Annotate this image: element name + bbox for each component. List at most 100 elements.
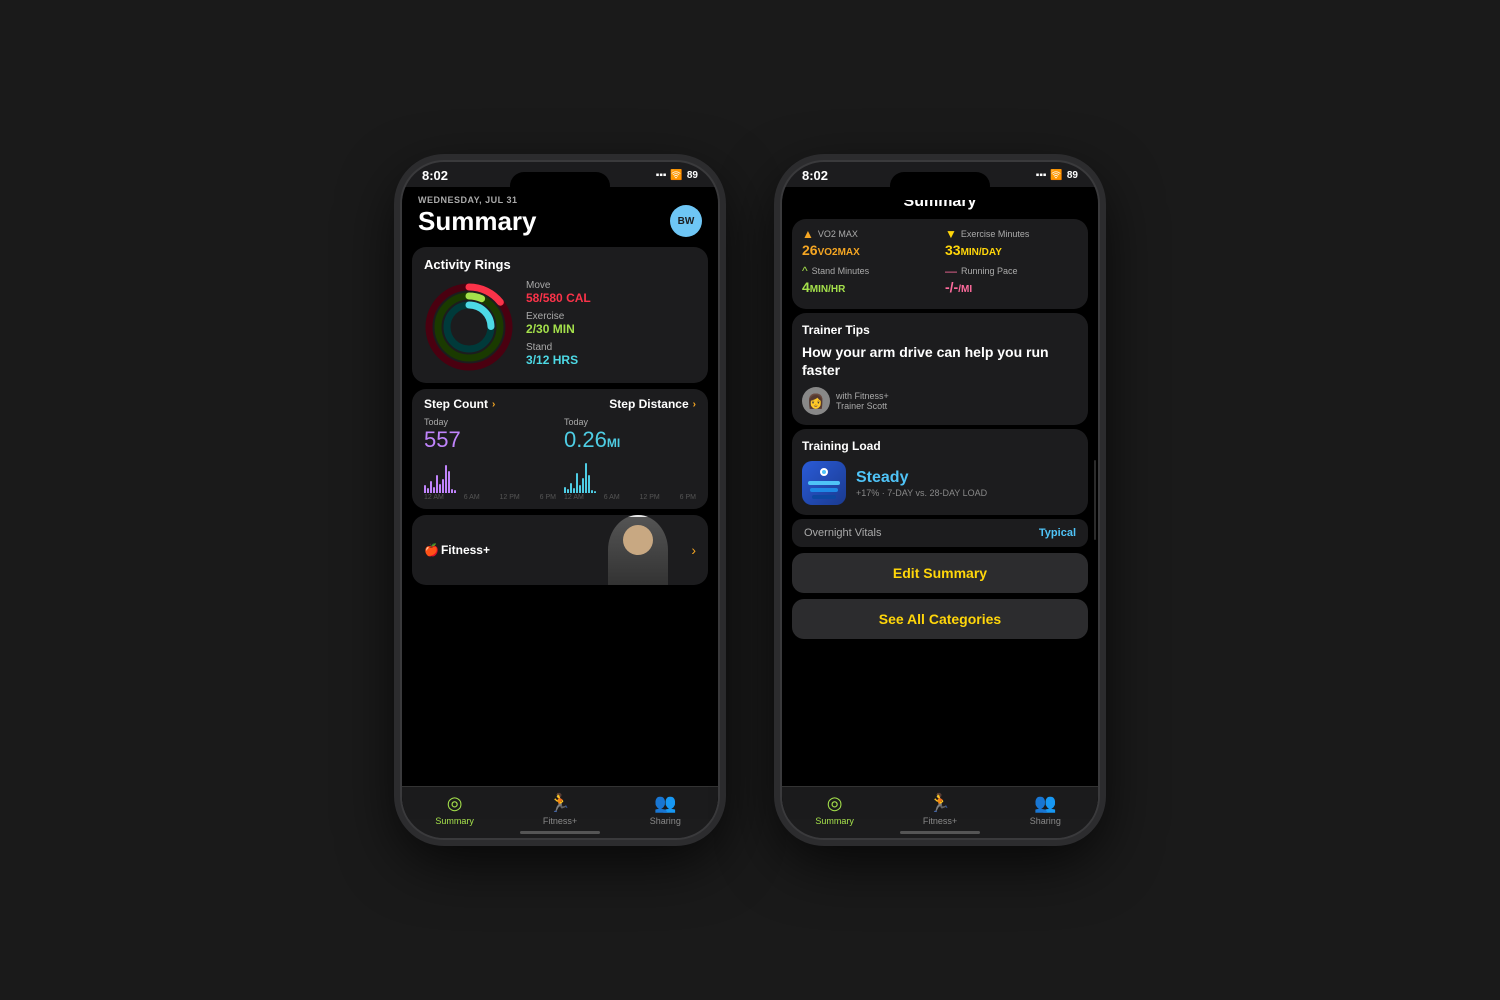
training-bar-top — [808, 481, 840, 485]
step-count-chart — [424, 457, 556, 493]
running-pace-label: Running Pace — [961, 266, 1018, 276]
activity-content: Move 58/580 CAL Exercise 2/30 MIN — [424, 280, 696, 373]
exercise-stat: Exercise 2/30 MIN — [526, 311, 696, 336]
home-indicator-2 — [900, 831, 980, 834]
time-2: 8:02 — [802, 168, 828, 183]
training-bar-bot — [812, 495, 836, 499]
step-section[interactable]: Step Count › Step Distance › Today 557 — [412, 389, 708, 509]
metrics-row-2: ^ Stand Minutes 4MIN/HR — Running Pace -… — [802, 264, 1078, 295]
move-stat: Move 58/580 CAL — [526, 280, 696, 305]
fitness-tab-icon: 🏃 — [549, 793, 571, 814]
stand-stat: Stand 3/12 HRS — [526, 342, 696, 367]
status-icons-1: ▪▪▪ 🛜 89 — [656, 170, 698, 181]
scroll-indicator — [1094, 460, 1096, 540]
status-icons-2: ▪▪▪ 🛜 89 — [1036, 170, 1078, 181]
trainer-tips-title: Trainer Tips — [802, 323, 1078, 337]
training-status: Steady — [856, 469, 1078, 487]
time-1: 8:02 — [422, 168, 448, 183]
see-all-categories-button[interactable]: See All Categories — [792, 599, 1088, 639]
step-distance-label: Step Distance — [609, 397, 688, 411]
phone-2: 8:02 ▪▪▪ 🛜 89 Summary ▲ VO2 MAX 26VO2MAX — [780, 160, 1100, 840]
trainer-name: with Fitness+Trainer Scott — [836, 391, 889, 411]
avatar-1[interactable]: BW — [670, 205, 702, 237]
running-pace-icon: — — [945, 264, 957, 278]
step-header: Step Count › Step Distance › — [424, 397, 696, 411]
person-hair — [621, 515, 655, 517]
dist-chart-labels: 12 AM 6 AM 12 PM 6 PM — [564, 494, 696, 501]
training-content: Steady +17% · 7-DAY vs. 28-DAY LOAD — [802, 461, 1078, 505]
sharing-tab-icon-2: 👥 — [1034, 793, 1056, 814]
exercise-minutes-metric[interactable]: ▼ Exercise Minutes 33MIN/DAY — [945, 227, 1078, 258]
stand-minutes-value: 4MIN/HR — [802, 279, 935, 295]
summary-tab-icon: ◎ — [447, 793, 463, 814]
activity-rings — [424, 282, 514, 372]
home-indicator-1 — [520, 831, 600, 834]
vitals-value: Typical — [1039, 527, 1076, 539]
step-distance-chart — [564, 457, 696, 493]
trainer-person-row: 👩 with Fitness+Trainer Scott — [802, 387, 1078, 415]
tab-bar-2: ◎ Summary 🏃 Fitness+ 👥 Sharing — [782, 786, 1098, 838]
exercise-minutes-icon: ▼ — [945, 227, 957, 241]
step-count-value: 557 — [424, 427, 556, 453]
tab-sharing-2[interactable]: 👥 Sharing — [993, 793, 1098, 826]
signal-icon: ▪▪▪ — [656, 170, 667, 181]
dynamic-island-1 — [510, 172, 610, 200]
move-value: 58/580 CAL — [526, 291, 591, 305]
training-dot — [820, 468, 828, 476]
wifi-icon-2: 🛜 — [1050, 170, 1062, 181]
dynamic-island-2 — [890, 172, 990, 200]
trainer-tip-text: How your arm drive can help you run fast… — [802, 343, 1078, 379]
training-icon — [802, 461, 846, 505]
step-cols: Today 557 — [424, 417, 696, 501]
activity-section[interactable]: Activity Rings — [412, 247, 708, 383]
tab-fitness-1[interactable]: 🏃 Fitness+ — [507, 793, 612, 826]
tab-summary-1[interactable]: ◎ Summary — [402, 793, 507, 826]
fitness-logo: 🍎Fitness+ — [424, 543, 490, 557]
screen-1: WEDNESDAY, JUL 31 Summary BW Activity Ri… — [402, 187, 718, 819]
battery-icon-2: 89 — [1067, 170, 1078, 181]
metrics-row-1: ▲ VO2 MAX 26VO2MAX ▼ Exercise Minutes 33… — [802, 227, 1078, 258]
sharing-tab-icon: 👥 — [654, 793, 676, 814]
vo2max-icon: ▲ — [802, 227, 814, 241]
fitness-chevron-icon: › — [691, 542, 696, 558]
action-buttons: Edit Summary See All Categories — [792, 553, 1088, 639]
step-count-label: Step Count — [424, 397, 488, 411]
exercise-minutes-value: 33MIN/DAY — [945, 242, 1078, 258]
apple-icon: 🍎 — [424, 543, 439, 557]
stand-minutes-icon: ^ — [802, 264, 808, 278]
stand-minutes-metric[interactable]: ^ Stand Minutes 4MIN/HR — [802, 264, 935, 295]
vitals-label: Overnight Vitals — [804, 527, 881, 539]
tab-fitness-2[interactable]: 🏃 Fitness+ — [887, 793, 992, 826]
tab-bar-1: ◎ Summary 🏃 Fitness+ 👥 Sharing — [402, 786, 718, 838]
training-section[interactable]: Training Load Steady +17% · 7-DAY vs. 28… — [792, 429, 1088, 515]
title-row: Summary BW — [418, 205, 702, 237]
trainer-section[interactable]: Trainer Tips How your arm drive can help… — [792, 313, 1088, 425]
stand-value: 3/12 HRS — [526, 353, 578, 367]
step-distance-chevron: › — [693, 399, 696, 410]
step-distance-value: 0.26MI — [564, 427, 696, 453]
step-count-col: Today 557 — [424, 417, 556, 501]
fitness-section[interactable]: 🍎Fitness+ › — [412, 515, 708, 585]
tab-summary-2[interactable]: ◎ Summary — [782, 793, 887, 826]
running-pace-metric[interactable]: — Running Pace -/-/MI — [945, 264, 1078, 295]
fitness-tab-icon-2: 🏃 — [929, 793, 951, 814]
activity-title: Activity Rings — [424, 257, 696, 272]
overnight-vitals[interactable]: Overnight Vitals Typical — [792, 519, 1088, 547]
running-pace-value: -/-/MI — [945, 279, 1078, 295]
phone-1: 8:02 ▪▪▪ 🛜 89 WEDNESDAY, JUL 31 Summary … — [400, 160, 720, 840]
edit-summary-button[interactable]: Edit Summary — [792, 553, 1088, 593]
page-title-1: Summary — [418, 206, 537, 237]
tab-sharing-1[interactable]: 👥 Sharing — [613, 793, 718, 826]
signal-icon-2: ▪▪▪ — [1036, 170, 1047, 181]
metrics-section: ▲ VO2 MAX 26VO2MAX ▼ Exercise Minutes 33… — [792, 219, 1088, 309]
step-count-chevron: › — [492, 399, 495, 410]
exercise-value: 2/30 MIN — [526, 322, 575, 336]
stand-minutes-label: Stand Minutes — [812, 266, 870, 276]
step-distance-col: Today 0.26MI — [564, 417, 696, 501]
wifi-icon: 🛜 — [670, 170, 682, 181]
trainer-avatar: 👩 — [802, 387, 830, 415]
vo2max-metric[interactable]: ▲ VO2 MAX 26VO2MAX — [802, 227, 935, 258]
screen-2: Summary ▲ VO2 MAX 26VO2MAX ▼ Exercise Mi… — [782, 187, 1098, 819]
activity-stats: Move 58/580 CAL Exercise 2/30 MIN — [526, 280, 696, 373]
person-head — [623, 525, 653, 555]
